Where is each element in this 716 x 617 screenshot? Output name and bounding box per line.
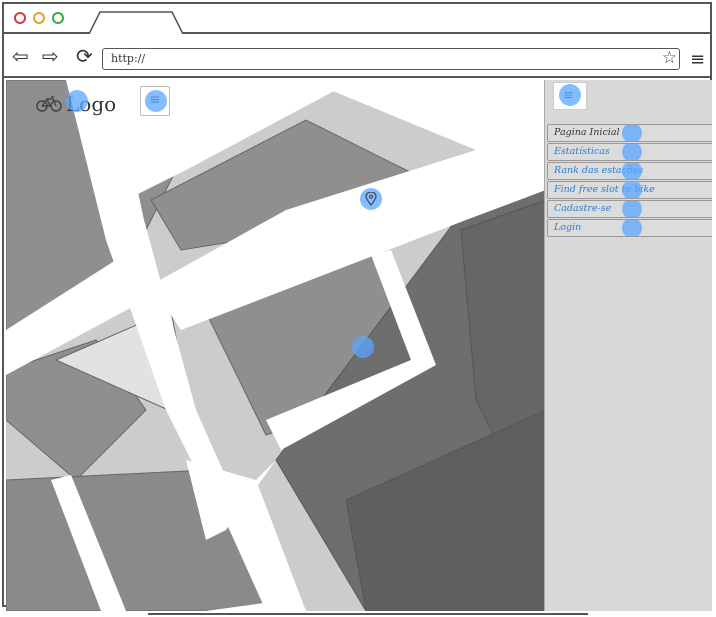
bicycle-icon [36, 96, 62, 112]
url-text: http:// [111, 52, 146, 65]
side-menu-panel: ≡ Pagina Inicial Estatísticas Rank das e… [544, 80, 712, 611]
item-hotspot [622, 144, 642, 160]
side-menu-item-find-free-slot[interactable]: Find free slot to bike [547, 181, 712, 199]
forward-arrow-icon[interactable]: ⇨ [42, 46, 59, 66]
side-menu-item-label: Estatísticas [554, 146, 610, 157]
side-menu-item-pagina-inicial[interactable]: Pagina Inicial [547, 124, 712, 142]
browser-menu-icon[interactable]: ≡ [690, 49, 705, 70]
side-menu-item-label: Cadastre-se [554, 203, 612, 214]
item-hotspot [622, 182, 642, 198]
browser-window: ⇦ ⇨ ⟳ http:// ☆ ≡ Logo Pagina Inicial Es… [2, 2, 712, 611]
side-menu-item-label: Login [554, 222, 582, 233]
minimize-window-button[interactable] [33, 12, 45, 24]
side-menu-item-login[interactable]: Login [547, 219, 712, 237]
item-hotspot [622, 163, 642, 179]
title-bar [4, 4, 710, 36]
item-hotspot [622, 125, 642, 141]
side-menu-item-label: Pagina Inicial [554, 127, 620, 138]
back-arrow-icon[interactable]: ⇦ [12, 46, 29, 66]
menu-hotspot [145, 90, 167, 112]
item-hotspot [622, 220, 642, 236]
browser-toolbar: ⇦ ⇨ ⟳ http:// ☆ ≡ [4, 34, 710, 78]
location-pin-icon[interactable] [365, 192, 377, 206]
item-hotspot [622, 201, 642, 217]
browser-tab[interactable] [86, 10, 186, 36]
close-window-button[interactable] [14, 12, 26, 24]
side-menu-item-rank-das-estacoes[interactable]: Rank das estações [547, 162, 712, 180]
horizontal-scrollbar[interactable] [148, 613, 588, 615]
side-menu-item-cadastre-se[interactable]: Cadastre-se [547, 200, 712, 218]
page-viewport: Logo ≡ ≡ Pagina Inicial Estatísti [6, 80, 712, 611]
maximize-window-button[interactable] [52, 12, 64, 24]
side-menu-item-estatisticas[interactable]: Estatísticas [547, 143, 712, 161]
logo-hotspot [66, 90, 88, 112]
side-menu-list: Pagina Inicial Estatísticas Rank das est… [547, 124, 712, 238]
reload-icon[interactable]: ⟳ [76, 46, 93, 66]
bookmark-star-icon[interactable]: ☆ [662, 48, 677, 68]
url-bar[interactable]: http:// ☆ [102, 48, 680, 70]
map-station-hotspot[interactable] [352, 336, 374, 358]
side-menu-toggle-hotspot [559, 84, 581, 106]
